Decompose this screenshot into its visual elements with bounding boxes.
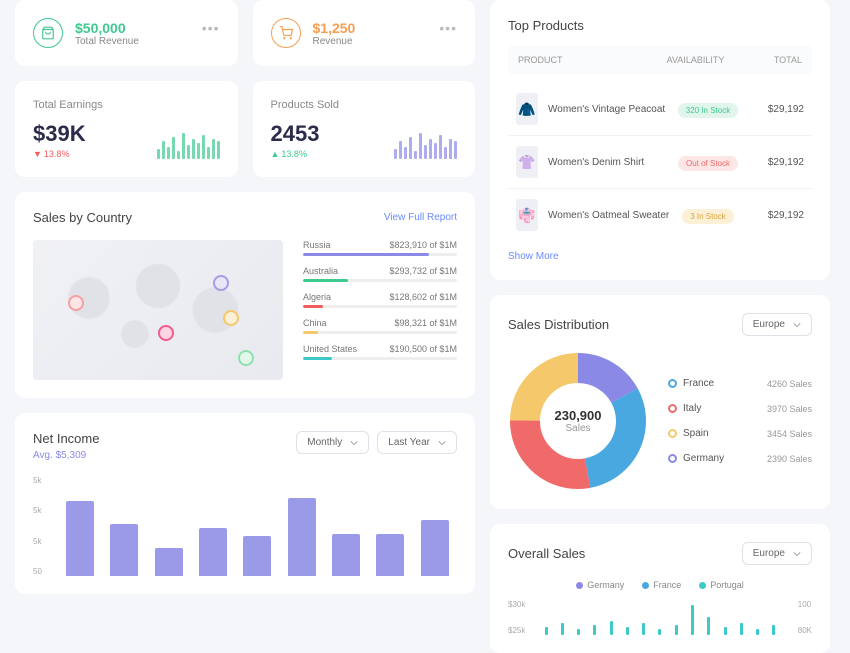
revenue-label: Total Revenue: [75, 36, 139, 47]
sold-title: Products Sold: [271, 99, 339, 111]
world-map: [33, 240, 283, 380]
region-select[interactable]: Europe: [742, 542, 812, 565]
total-revenue-card: $50,000 Total Revenue •••: [15, 0, 238, 66]
donut-value: 230,900: [555, 408, 602, 423]
show-more-link[interactable]: Show More: [508, 251, 812, 262]
ni-title: Net Income: [33, 431, 99, 446]
sold-sparkline: [394, 129, 457, 159]
more-icon[interactable]: •••: [439, 20, 457, 36]
product-row[interactable]: 👚Women's Denim ShirtOut of Stock$29,192: [508, 136, 812, 189]
revenue2-amount: $1,250: [313, 20, 356, 36]
revenue2-label: Revenue: [313, 36, 356, 47]
earnings-change: ▼ 13.8%: [33, 149, 103, 159]
products-sold-card: Products Sold 2453 ▲ 13.8%: [253, 81, 476, 177]
sbc-title: Sales by Country: [33, 210, 132, 225]
legend-item: Italy3970 Sales: [668, 403, 812, 414]
country-bar: Algeria$128,602 of $1M: [303, 292, 457, 308]
year-select[interactable]: Last Year: [377, 431, 457, 454]
cart-icon: [271, 18, 301, 48]
more-icon[interactable]: •••: [202, 20, 220, 36]
earnings-card: Total Earnings $39K ▼ 13.8%: [15, 81, 238, 177]
donut-label: Sales: [565, 423, 590, 434]
map-pin: [68, 295, 84, 311]
country-bar: Russia$823,910 of $1M: [303, 240, 457, 256]
donut-chart: 230,900 Sales: [508, 351, 648, 491]
earnings-sparkline: [157, 129, 220, 159]
tp-title: Top Products: [508, 18, 812, 33]
sold-change: ▲ 13.8%: [271, 149, 339, 159]
revenue-card: $1,250 Revenue •••: [253, 0, 476, 66]
country-bar: Australia$293,732 of $1M: [303, 266, 457, 282]
country-bar: China$98,321 of $1M: [303, 318, 457, 334]
sd-title: Sales Distribution: [508, 317, 609, 332]
period-select[interactable]: Monthly: [296, 431, 369, 454]
map-pin: [223, 310, 239, 326]
country-bar: United States$190,500 of $1M: [303, 344, 457, 360]
revenue-amount: $50,000: [75, 20, 139, 36]
product-thumb: 🧥: [516, 93, 538, 125]
map-pin: [158, 325, 174, 341]
legend-item: Spain3454 Sales: [668, 428, 812, 439]
sold-value: 2453: [271, 121, 339, 147]
net-income-card: Net Income Avg. $5,309 Monthly Last Year…: [15, 413, 475, 594]
region-select[interactable]: Europe: [742, 313, 812, 336]
os-title: Overall Sales: [508, 546, 585, 561]
product-thumb: 👚: [516, 146, 538, 178]
earnings-value: $39K: [33, 121, 103, 147]
overall-sales-card: Overall Sales Europe GermanyFrancePortug…: [490, 524, 830, 653]
bag-icon: [33, 18, 63, 48]
product-row[interactable]: 👘Women's Oatmeal Sweater3 In Stock$29,19…: [508, 189, 812, 241]
sales-distribution-card: Sales Distribution Europe 230,900 Sales …: [490, 295, 830, 509]
top-products-card: Top Products PRODUCTAVAILABILITYTOTAL 🧥W…: [490, 0, 830, 280]
map-pin: [238, 350, 254, 366]
view-report-link[interactable]: View Full Report: [384, 212, 457, 223]
earnings-title: Total Earnings: [33, 99, 103, 111]
product-thumb: 👘: [516, 199, 538, 231]
legend-item: France4260 Sales: [668, 378, 812, 389]
legend-item: Germany2390 Sales: [668, 453, 812, 464]
ni-avg: Avg. $5,309: [33, 450, 99, 461]
map-pin: [213, 275, 229, 291]
sales-by-country-card: Sales by Country View Full Report Russia…: [15, 192, 475, 398]
tp-header: PRODUCTAVAILABILITYTOTAL: [508, 45, 812, 75]
product-row[interactable]: 🧥Women's Vintage Peacoat320 In Stock$29,…: [508, 83, 812, 136]
